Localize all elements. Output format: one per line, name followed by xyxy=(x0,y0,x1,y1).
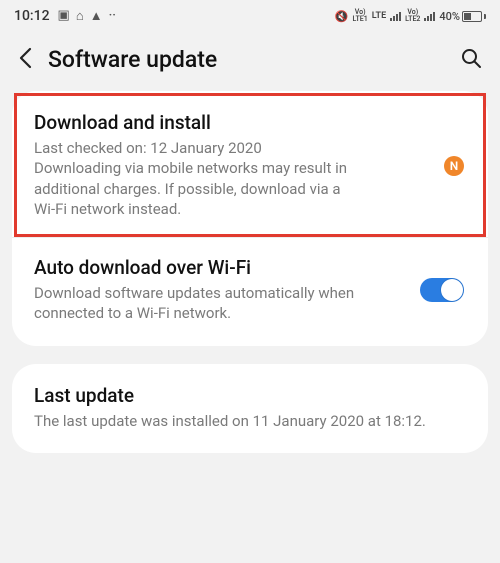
warning-icon: ▲ xyxy=(90,8,103,24)
image-icon: ▣ xyxy=(58,8,70,24)
last-update-desc: The last update was installed on 11 Janu… xyxy=(34,411,454,431)
last-update-title: Last update xyxy=(34,384,466,407)
sim2-indicator: Vo) LTE2 xyxy=(405,9,420,23)
battery-indicator: 40% xyxy=(439,10,486,23)
signal2-icon xyxy=(424,11,435,21)
search-icon xyxy=(460,47,482,69)
mute-icon: 🔇 xyxy=(335,10,349,23)
settings-card-2: Last update The last update was installe… xyxy=(12,364,488,453)
notification-badge: N xyxy=(444,156,464,176)
cast-icon: ⌂ xyxy=(76,8,84,24)
app-bar: Software update xyxy=(0,32,500,91)
download-install-item[interactable]: Download and install Last checked on: 12… xyxy=(12,95,488,237)
more-icon: ·· xyxy=(109,8,116,24)
auto-download-desc: Download software updates automatically … xyxy=(34,283,364,324)
search-button[interactable] xyxy=(460,47,482,73)
download-install-desc: Last checked on: 12 January 2020 Downloa… xyxy=(34,138,364,219)
back-button[interactable] xyxy=(18,47,32,73)
settings-card-1: Download and install Last checked on: 12… xyxy=(12,91,488,346)
page-title: Software update xyxy=(48,46,444,73)
chevron-left-icon xyxy=(18,47,32,69)
status-bar: 10:12 ▣ ⌂ ▲ ·· 🔇 Vo) LTE1 LTE Vo) LTE2 4… xyxy=(0,0,500,32)
auto-download-title: Auto download over Wi-Fi xyxy=(34,256,466,279)
download-install-title: Download and install xyxy=(34,111,466,134)
last-update-item[interactable]: Last update The last update was installe… xyxy=(12,368,488,449)
auto-download-item[interactable]: Auto download over Wi-Fi Download softwa… xyxy=(12,237,488,342)
status-time: 10:12 xyxy=(14,8,50,24)
sim1-net: LTE xyxy=(372,11,386,21)
auto-download-toggle[interactable] xyxy=(420,278,464,302)
signal1-icon xyxy=(390,11,401,21)
sim1-indicator: Vo) LTE1 xyxy=(353,9,368,23)
